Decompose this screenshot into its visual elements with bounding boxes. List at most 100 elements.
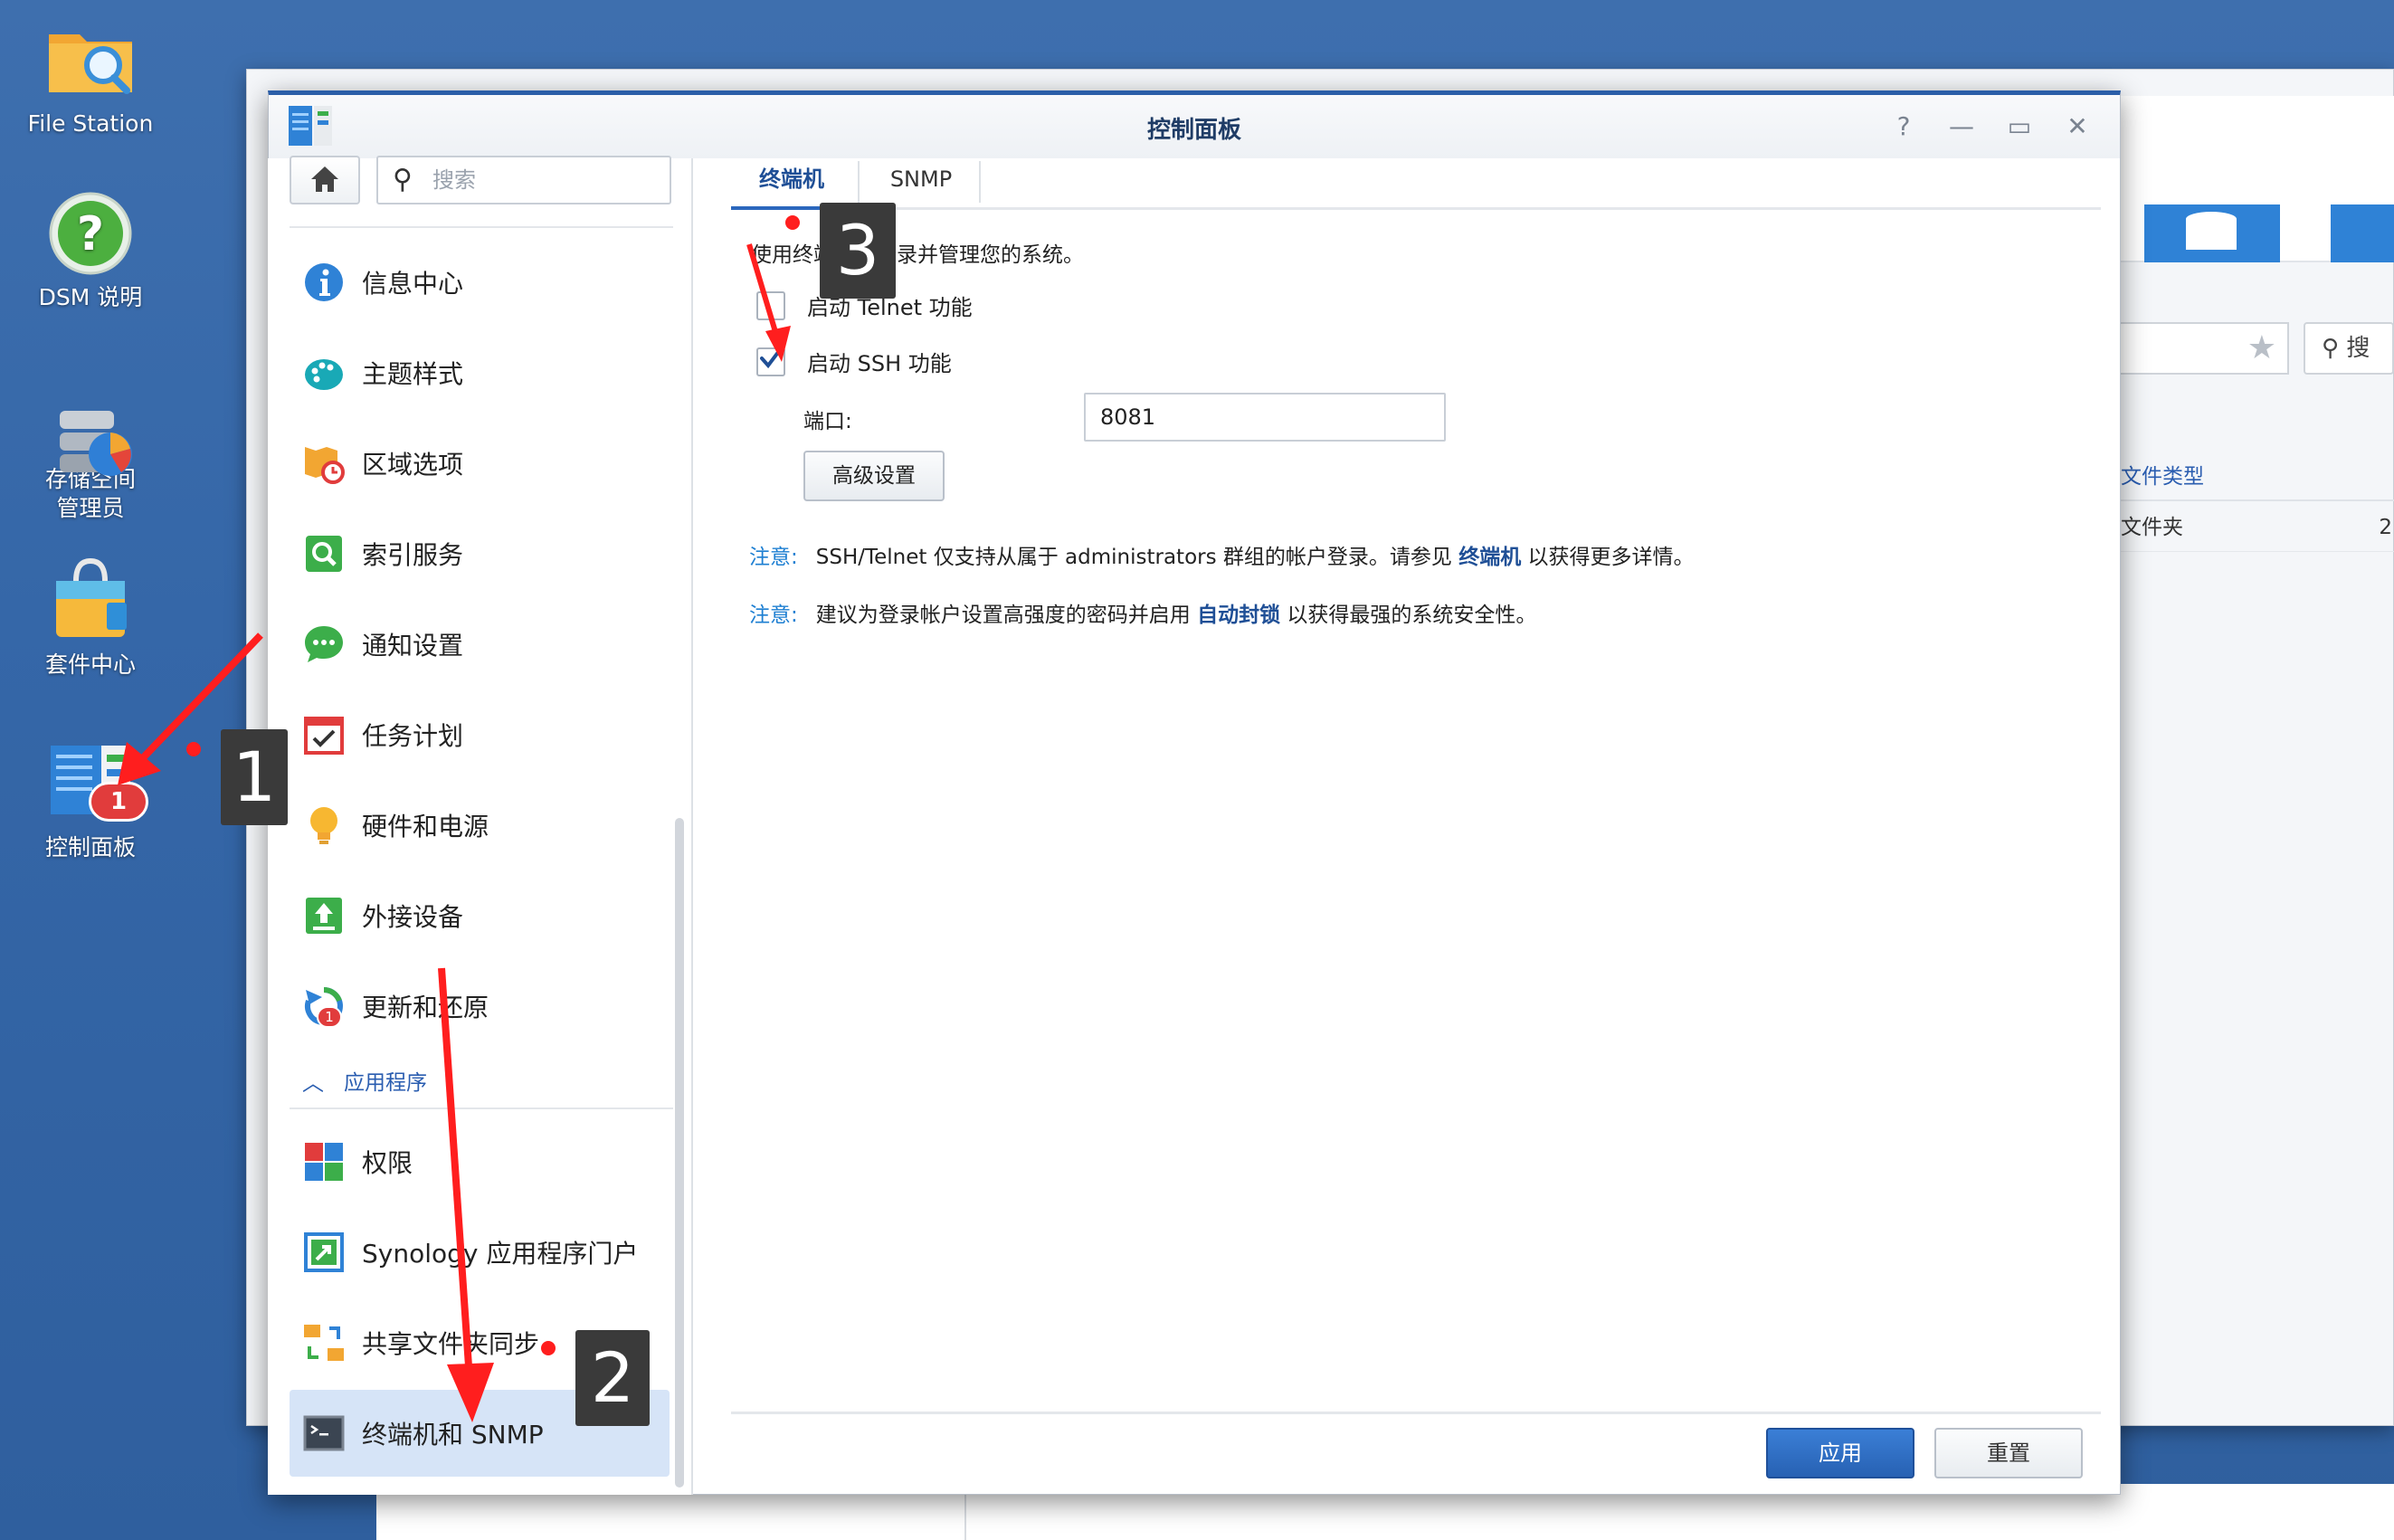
terminal-icon	[302, 1412, 346, 1455]
background-search-field[interactable]: ★	[2121, 322, 2289, 375]
upload-icon	[302, 894, 346, 937]
portal-icon	[302, 1231, 346, 1274]
column-header-label: 文件类型	[2121, 465, 2204, 489]
sidebar-item-label: 信息中心	[362, 269, 464, 299]
sidebar-item-2[interactable]: 主题样式	[290, 329, 670, 416]
sidebar-item-7[interactable]: 硬件和电源	[290, 782, 670, 869]
close-button[interactable]: ✕	[2062, 111, 2093, 142]
search-icon: ⚲	[393, 164, 413, 195]
home-button[interactable]	[290, 156, 360, 204]
info-icon	[302, 261, 346, 304]
tab-bar: 终端机 SNMP	[731, 154, 2101, 210]
calendar-check-icon	[302, 713, 346, 756]
sidebar-item-10[interactable]: 权限	[290, 1118, 670, 1205]
annotation-step-2: 2	[575, 1330, 650, 1426]
note-ssh-telnet: 注意: SSH/Telnet 仅支持从属于 administrators 群组的帐…	[749, 539, 1695, 570]
sidebar-item-11[interactable]: Synology 应用程序门户	[290, 1209, 670, 1296]
sidebar-item-1[interactable]: 信息中心	[290, 239, 670, 326]
ssh-option[interactable]: 启动 SSH 功能	[756, 345, 952, 377]
background-search-button[interactable]: ⚲ 搜	[2304, 322, 2394, 375]
reset-button[interactable]: 重置	[1934, 1428, 2083, 1478]
sync-folder-icon	[302, 1321, 346, 1364]
background-search-hint: 搜	[2346, 335, 2370, 362]
desktop-icon-label: 控制面板	[44, 834, 136, 860]
window-titlebar[interactable]: 控制面板 ? — ▭ ✕	[269, 95, 2120, 158]
storage-drive-icon	[43, 369, 138, 476]
background-toolbar	[2121, 96, 2394, 262]
note-security: 注意: 建议为登录帐户设置高强度的密码并启用 自动封锁 以获得最强的系统安全性。	[749, 597, 1536, 628]
note-label: 注意:	[749, 546, 798, 569]
sidebar-item-label: 任务计划	[362, 721, 464, 751]
help-icon: ?	[43, 186, 138, 277]
ssh-checkbox[interactable]	[756, 345, 785, 376]
note-text: SSH/Telnet 仅支持从属于 administrators 群组的帐户登录…	[815, 546, 1459, 569]
sidebar-item-label: 终端机和 SNMP	[362, 1420, 544, 1450]
background-table-row[interactable]: 文件夹 2	[2121, 503, 2394, 552]
tab-separator	[858, 161, 860, 203]
terminal-description: 使用终端机来登录并管理您的系统。	[751, 243, 1084, 267]
help-button[interactable]: ?	[1888, 111, 1919, 142]
tab-terminal[interactable]: 终端机	[731, 154, 852, 210]
star-icon[interactable]: ★	[2247, 329, 2276, 366]
apply-button[interactable]: 应用	[1766, 1428, 1914, 1478]
terminal-help-link[interactable]: 终端机	[1458, 546, 1521, 569]
note-text: 以获得更多详情。	[1521, 546, 1695, 569]
advanced-settings-button[interactable]: 高级设置	[803, 451, 945, 501]
section-header-label: 应用程序	[344, 1071, 427, 1095]
sidebar-item-label: 硬件和电源	[362, 812, 489, 841]
desktop-icon-file-station[interactable]: File Station	[0, 13, 181, 139]
sidebar-divider	[290, 226, 673, 228]
update-badge: 1	[317, 1006, 342, 1028]
sidebar-item-label: 外接设备	[362, 902, 464, 932]
sidebar-section-applications[interactable]: ︿ 应用程序	[290, 1057, 673, 1109]
sidebar-scrollbar[interactable]	[675, 818, 684, 1488]
desktop-icon-label: File Station	[27, 110, 154, 137]
sidebar-item-label: 通知设置	[362, 631, 464, 661]
footer-divider	[731, 1412, 2101, 1414]
note-label: 注意:	[749, 604, 798, 627]
note-text: 以获得最强的系统安全性。	[1280, 604, 1537, 627]
auto-block-link[interactable]: 自动封锁	[1197, 604, 1280, 627]
sidebar-item-label: 主题样式	[362, 359, 464, 389]
window-title: 控制面板	[1146, 117, 1241, 144]
bulb-icon	[302, 803, 346, 847]
sidebar-search-input[interactable]: ⚲ 搜索	[376, 156, 671, 204]
sidebar-item-label: 索引服务	[362, 540, 464, 570]
database-icon	[2144, 204, 2394, 262]
sidebar-item-4[interactable]: 索引服务	[290, 510, 670, 597]
svg-text:?: ?	[77, 207, 104, 261]
desktop-icon-storage-manager[interactable]: 存储空间 管理员	[0, 369, 181, 523]
desktop-icon-dsm-help[interactable]: ? DSM 说明	[0, 186, 181, 313]
search-icon: ⚲	[2322, 335, 2340, 362]
port-input[interactable]: 8081	[1084, 393, 1446, 442]
sidebar-item-8[interactable]: 外接设备	[290, 872, 670, 959]
annotation-dot-3	[785, 215, 800, 230]
sidebar-item-3[interactable]: 区域选项	[290, 420, 670, 507]
tab-snmp[interactable]: SNMP	[865, 154, 977, 210]
sidebar-item-label: 更新和还原	[362, 993, 489, 1022]
sidebar-item-9[interactable]: 1 更新和还原	[290, 963, 670, 1050]
map-clock-icon	[302, 442, 346, 485]
annotation-step-3: 3	[820, 203, 896, 299]
background-column-header[interactable]: 文件类型	[2121, 452, 2394, 501]
note-text: 建议为登录帐户设置高强度的密码并启用	[815, 604, 1198, 627]
chevron-up-icon: ︿	[302, 1070, 324, 1096]
telnet-checkbox[interactable]	[756, 290, 785, 320]
sidebar-item-5[interactable]: 通知设置	[290, 601, 670, 688]
minimize-button[interactable]: —	[1946, 111, 1977, 142]
permission-icon	[302, 1140, 346, 1184]
tab-separator	[979, 161, 981, 203]
home-icon	[311, 166, 338, 192]
annotation-dot-2	[541, 1341, 556, 1355]
index-search-icon	[302, 532, 346, 575]
desktop-icon-label: DSM 说明	[38, 284, 143, 310]
maximize-button[interactable]: ▭	[2004, 111, 2035, 142]
sidebar-item-label: 共享文件夹同步	[362, 1329, 540, 1359]
sidebar-item-6[interactable]: 任务计划	[290, 691, 670, 778]
desktop-icon-package-center[interactable]: 套件中心	[0, 554, 181, 680]
refresh-icon: 1	[302, 984, 346, 1028]
folder-search-icon	[43, 13, 138, 103]
palette-icon	[302, 351, 346, 395]
search-placeholder: 搜索	[432, 167, 476, 193]
port-label: 端口:	[803, 410, 852, 433]
